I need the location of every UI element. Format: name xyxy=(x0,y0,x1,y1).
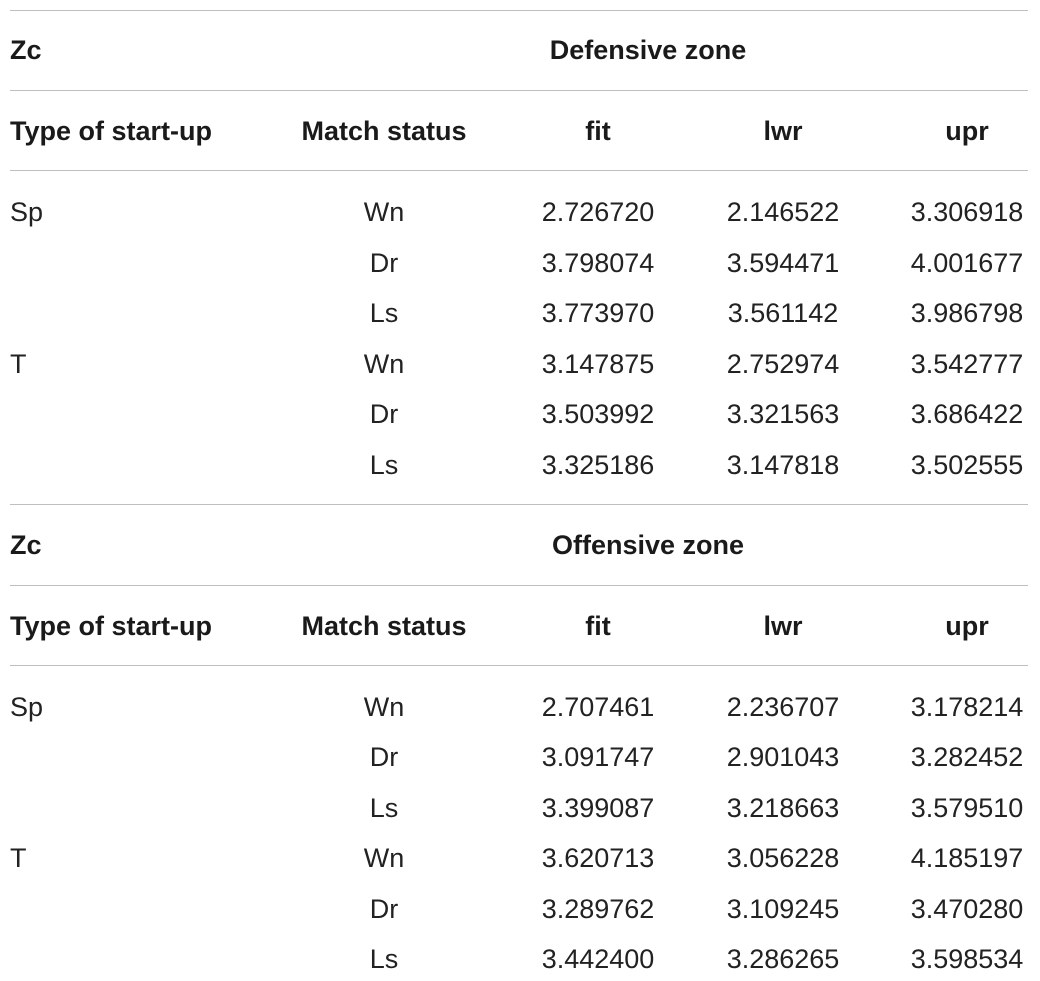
cell-upr: 3.306918 xyxy=(910,197,1024,227)
cell-lwr: 3.109245 xyxy=(726,894,840,924)
header-fit: fit xyxy=(585,116,611,146)
cell-status: Ls xyxy=(369,944,399,974)
cell-status: Wn xyxy=(363,349,405,379)
cell-status: Ls xyxy=(369,298,399,328)
header-type: Type of start-up xyxy=(10,611,212,641)
header-lwr: lwr xyxy=(763,116,803,146)
cell-upr: 3.686422 xyxy=(910,399,1024,429)
header-upr: upr xyxy=(945,611,989,641)
table-rule-top xyxy=(10,10,1028,11)
cell-fit: 3.289762 xyxy=(541,894,655,924)
cell-lwr: 3.147818 xyxy=(726,450,840,480)
cell-fit: 3.325186 xyxy=(541,450,655,480)
cell-lwr: 2.752974 xyxy=(726,349,840,379)
section-label: Zc xyxy=(10,35,42,65)
cell-fit: 3.503992 xyxy=(541,399,655,429)
cell-upr: 4.001677 xyxy=(910,248,1024,278)
cell-type: T xyxy=(10,843,27,873)
table-rule xyxy=(10,90,1028,91)
cell-upr: 3.598534 xyxy=(910,944,1024,974)
header-upr: upr xyxy=(945,116,989,146)
cell-type: T xyxy=(10,349,27,379)
cell-status: Dr xyxy=(369,248,399,278)
cell-fit: 3.147875 xyxy=(541,349,655,379)
cell-lwr: 3.286265 xyxy=(726,944,840,974)
cell-fit: 3.442400 xyxy=(541,944,655,974)
cell-type: Sp xyxy=(10,197,44,227)
cell-fit: 2.726720 xyxy=(541,197,655,227)
header-status: Match status xyxy=(301,611,467,641)
cell-upr: 3.502555 xyxy=(910,450,1024,480)
table-rule xyxy=(10,170,1028,171)
cell-upr: 3.282452 xyxy=(910,742,1024,772)
cell-upr: 3.178214 xyxy=(910,692,1024,722)
cell-type: Sp xyxy=(10,692,44,722)
cell-fit: 3.798074 xyxy=(541,248,655,278)
cell-lwr: 3.594471 xyxy=(726,248,840,278)
cell-fit: 2.707461 xyxy=(541,692,655,722)
cell-fit: 3.399087 xyxy=(541,793,655,823)
cell-upr: 3.542777 xyxy=(910,349,1024,379)
cell-status: Wn xyxy=(363,843,405,873)
table-rule xyxy=(10,504,1028,505)
zone-title: Defensive zone xyxy=(549,35,747,65)
header-status: Match status xyxy=(301,116,467,146)
table-rule xyxy=(10,585,1028,586)
cell-status: Dr xyxy=(369,399,399,429)
cell-lwr: 3.321563 xyxy=(726,399,840,429)
cell-fit: 3.620713 xyxy=(541,843,655,873)
cell-lwr: 3.561142 xyxy=(727,298,839,328)
cell-status: Wn xyxy=(363,692,405,722)
cell-lwr: 2.236707 xyxy=(726,692,840,722)
cell-lwr: 2.146522 xyxy=(726,197,840,227)
header-type: Type of start-up xyxy=(10,116,212,146)
header-fit: fit xyxy=(585,611,611,641)
cell-upr: 4.185197 xyxy=(910,843,1024,873)
cell-upr: 3.470280 xyxy=(910,894,1024,924)
table-rule xyxy=(10,665,1028,666)
cell-fit: 3.091747 xyxy=(541,742,655,772)
section-label: Zc xyxy=(10,530,42,560)
cell-status: Dr xyxy=(369,742,399,772)
cell-lwr: 3.218663 xyxy=(726,793,840,823)
cell-status: Wn xyxy=(363,197,405,227)
cell-upr: 3.579510 xyxy=(910,793,1024,823)
cell-lwr: 2.901043 xyxy=(726,742,840,772)
cell-fit: 3.773970 xyxy=(541,298,655,328)
cell-upr: 3.986798 xyxy=(910,298,1024,328)
cell-lwr: 3.056228 xyxy=(726,843,840,873)
cell-status: Ls xyxy=(369,793,399,823)
cell-status: Ls xyxy=(369,450,399,480)
cell-status: Dr xyxy=(369,894,399,924)
header-lwr: lwr xyxy=(763,611,803,641)
zone-title: Offensive zone xyxy=(551,530,745,560)
